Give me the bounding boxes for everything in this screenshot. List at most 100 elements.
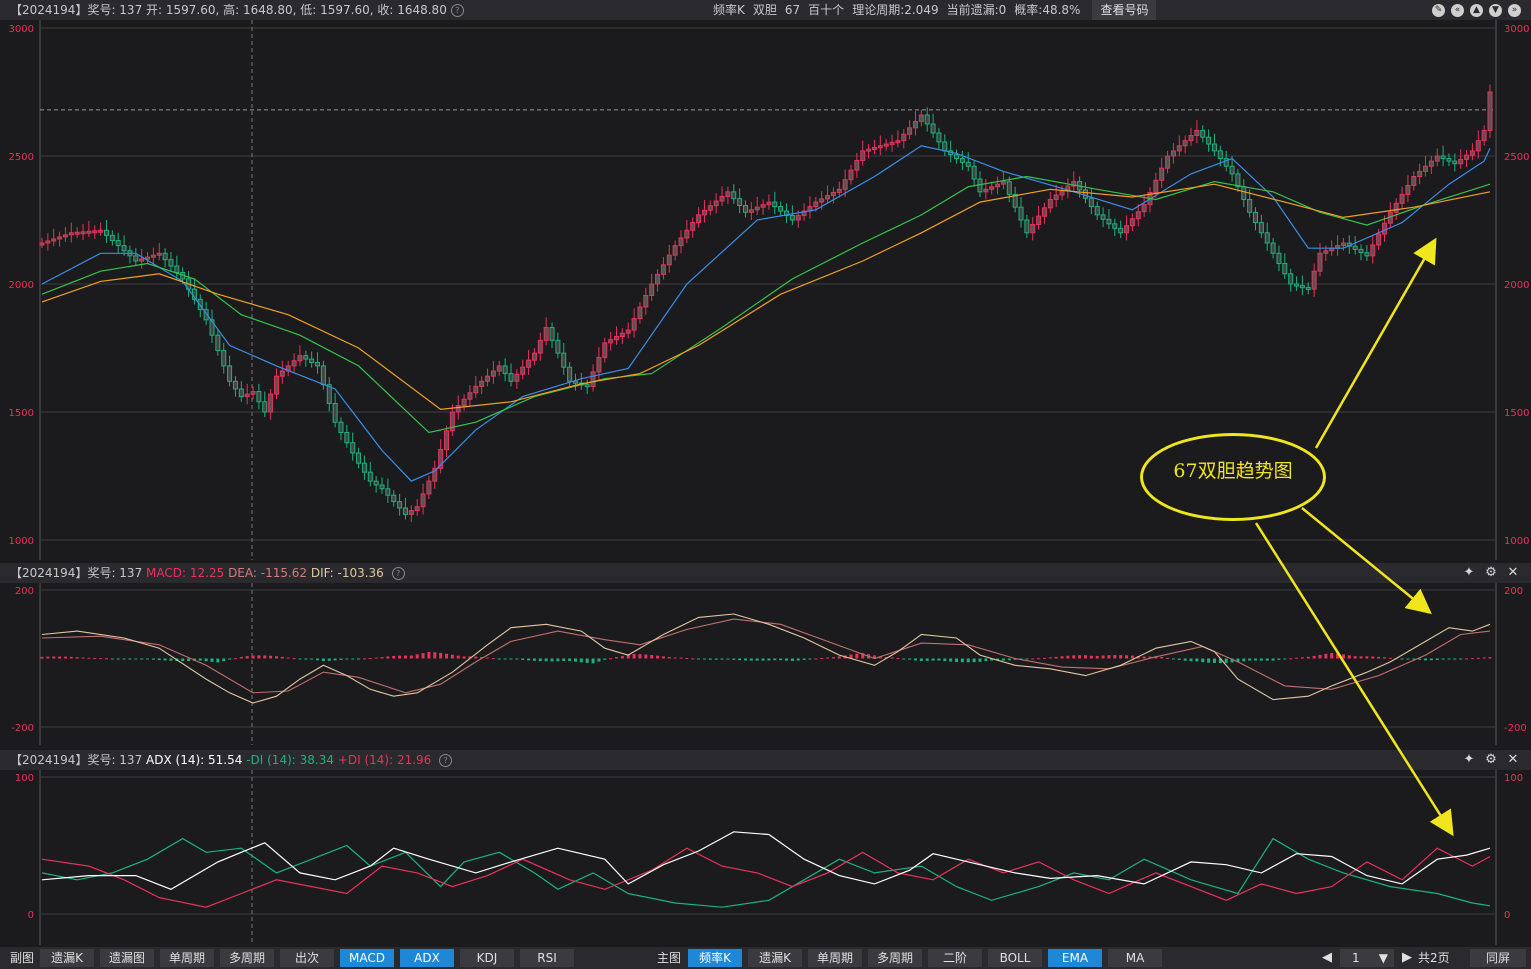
tab-multi-period[interactable]: 多周期 xyxy=(220,949,274,967)
help-icon[interactable]: ? xyxy=(450,4,464,17)
macd-histogram-bar xyxy=(187,658,191,662)
candle-body xyxy=(678,237,684,247)
candle-body xyxy=(1206,136,1212,145)
page-select[interactable]: 1 ▼ xyxy=(1340,949,1394,967)
candle-body xyxy=(983,188,989,193)
macd-histogram-bar xyxy=(966,658,970,663)
tab-rsi[interactable]: RSI xyxy=(520,949,574,967)
tab-single-period-main[interactable]: 单周期 xyxy=(808,949,862,967)
y-tick-label-right: 1500 xyxy=(1504,408,1529,419)
tab-omit-k[interactable]: 遗漏K xyxy=(40,949,94,967)
close-icon[interactable]: ✕ xyxy=(1505,563,1521,583)
arrow-down-icon[interactable]: ▼ xyxy=(1489,3,1502,17)
macd-histogram-bar xyxy=(585,658,589,663)
candle-body xyxy=(1036,215,1042,225)
ema-line-fast xyxy=(41,145,1491,482)
tab-multi-period-main[interactable]: 多周期 xyxy=(868,949,922,967)
arrow-up-icon[interactable]: ▲ xyxy=(1470,3,1483,17)
candle-body xyxy=(526,359,532,368)
macd-histogram-bar xyxy=(955,658,959,662)
candle-body xyxy=(103,229,109,236)
candle-body xyxy=(1153,179,1159,193)
macd-histogram-bar xyxy=(749,658,753,661)
sync-screen-button[interactable]: 同屏 xyxy=(1470,949,1526,967)
macd-histogram-bar xyxy=(1242,658,1246,662)
macd-histogram-bar xyxy=(831,657,835,659)
candle-body xyxy=(666,254,672,266)
tab-frequency-k[interactable]: 频率K xyxy=(688,949,742,967)
macd-histogram-bar xyxy=(544,658,548,662)
macd-histogram-bar xyxy=(808,658,812,660)
prev-page-icon[interactable]: ◀ xyxy=(1322,949,1332,967)
macd-histogram-bar xyxy=(380,657,384,659)
tab-second-order[interactable]: 二阶 xyxy=(928,949,982,967)
macd-histogram-bar xyxy=(1341,654,1345,659)
gear-icon[interactable]: ⚙ xyxy=(1483,563,1499,583)
macd-histogram-bar xyxy=(1482,657,1486,659)
tab-ema[interactable]: EMA xyxy=(1048,949,1102,967)
macd-histogram-bar xyxy=(685,657,689,659)
candle-body xyxy=(907,127,913,135)
candle-body xyxy=(1475,140,1481,152)
macd-histogram-bar xyxy=(1054,656,1058,659)
next-page-icon[interactable]: ▶ xyxy=(1402,949,1412,967)
candle-body xyxy=(631,318,637,331)
close-icon[interactable]: ✕ xyxy=(1505,750,1521,770)
gear-icon[interactable]: ⚙ xyxy=(1483,750,1499,770)
macd-histogram-bar xyxy=(1195,658,1199,662)
candle-body xyxy=(238,388,244,398)
candle-body xyxy=(1118,227,1124,234)
macd-histogram-bar xyxy=(855,653,859,659)
view-numbers-button[interactable]: 查看号码 xyxy=(1092,0,1157,20)
macd-histogram-bar xyxy=(890,657,894,659)
compass-icon[interactable]: ✎ xyxy=(1432,3,1445,17)
macd-histogram-bar xyxy=(1042,657,1046,659)
macd-histogram-bar xyxy=(58,656,62,659)
candle-body xyxy=(1018,206,1024,221)
candle-body xyxy=(537,339,543,354)
macd-histogram-bar xyxy=(1365,656,1369,659)
stat-1: 双胆 xyxy=(752,3,777,17)
candle-body xyxy=(115,239,121,247)
candle-body xyxy=(1047,199,1053,209)
macd-histogram-bar xyxy=(790,658,794,661)
rewind-icon[interactable]: « xyxy=(1451,3,1464,17)
pin-icon[interactable]: ✦ xyxy=(1461,750,1477,770)
macd-histogram-bar xyxy=(1183,658,1187,661)
macd-histogram-bar xyxy=(937,658,941,661)
tab-omit-chart[interactable]: 遗漏图 xyxy=(100,949,154,967)
macd-histogram-bar xyxy=(1271,658,1275,661)
stat-6: 概率:48.8% xyxy=(1014,3,1081,17)
annotation-callout: 67双胆趋势图 xyxy=(1140,433,1326,521)
y-tick-label-right: 100 xyxy=(1504,773,1523,784)
candle-body xyxy=(162,252,168,261)
macd-histogram-bar xyxy=(110,658,114,660)
candle-body xyxy=(291,360,297,367)
tab-occurrences[interactable]: 出次 xyxy=(280,949,334,967)
macd-histogram-bar xyxy=(708,658,712,660)
forward-icon[interactable]: » xyxy=(1508,3,1521,17)
tab-ma[interactable]: MA xyxy=(1108,949,1162,967)
help-icon[interactable]: ? xyxy=(439,754,453,767)
macd-histogram-bar xyxy=(269,655,273,659)
tab-kdj[interactable]: KDJ xyxy=(460,949,514,967)
macd-histogram-bar xyxy=(761,658,765,661)
tab-boll[interactable]: BOLL xyxy=(988,949,1042,967)
candle-body xyxy=(1411,175,1417,186)
tab-adx[interactable]: ADX xyxy=(400,949,454,967)
macd-histogram-bar xyxy=(304,658,308,660)
tab-omit-k-main[interactable]: 遗漏K xyxy=(748,949,802,967)
candle-body xyxy=(684,229,690,239)
macd-histogram-bar xyxy=(925,658,929,661)
candle-body xyxy=(268,393,274,413)
pin-icon[interactable]: ✦ xyxy=(1461,563,1477,583)
macd-histogram-bar xyxy=(1488,657,1492,659)
candle-body xyxy=(731,191,737,200)
macd-histogram-bar xyxy=(656,655,660,659)
macd-histogram-bar xyxy=(837,656,841,659)
tab-macd[interactable]: MACD xyxy=(340,949,394,967)
tab-single-period[interactable]: 单周期 xyxy=(160,949,214,967)
candle-body xyxy=(748,209,754,213)
macd-histogram-bar xyxy=(538,658,542,662)
help-icon[interactable]: ? xyxy=(391,567,405,580)
